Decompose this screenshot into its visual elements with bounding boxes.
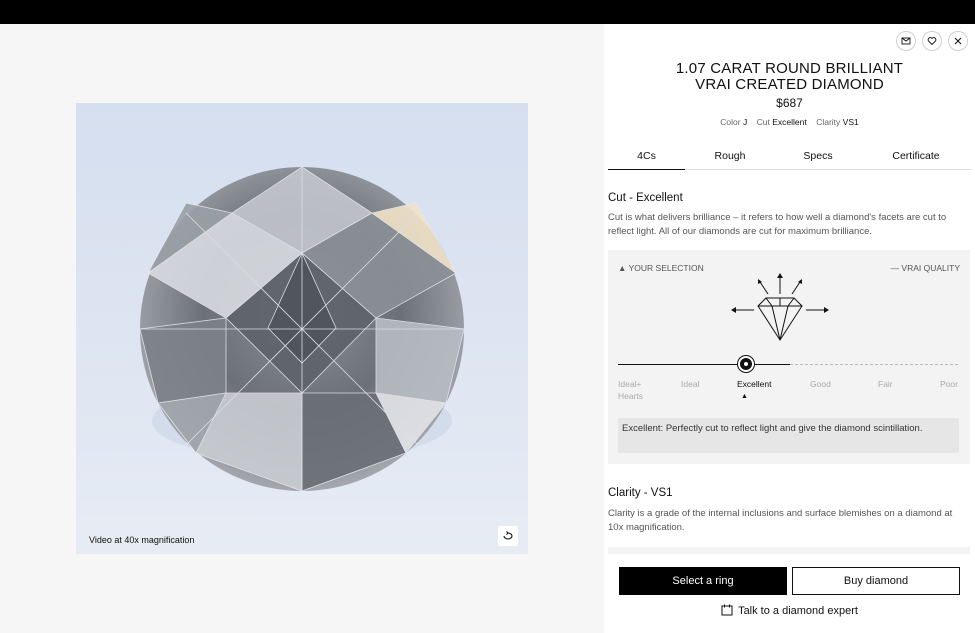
product-title: 1.07 CARAT ROUND BRILLIANT VRAI CREATED … bbox=[604, 61, 975, 93]
tab-certificate[interactable]: Certificate bbox=[861, 147, 971, 170]
wishlist-button[interactable] bbox=[922, 31, 942, 51]
diamond-video[interactable]: Video at 40x magnification bbox=[76, 103, 528, 554]
talk-to-expert-label: Talk to a diamond expert bbox=[738, 605, 858, 617]
spec-cut-value: Excellent bbox=[772, 117, 807, 127]
product-title-line2: VRAI CREATED DIAMOND bbox=[695, 76, 884, 93]
diamond-diagram-icon bbox=[731, 273, 829, 341]
media-area: Video at 40x magnification bbox=[0, 24, 604, 633]
spec-clarity-value: VS1 bbox=[842, 117, 859, 127]
close-button[interactable] bbox=[948, 31, 968, 51]
product-price: $687 bbox=[776, 96, 803, 110]
your-selection-label: ▲ YOUR SELECTION bbox=[618, 263, 704, 273]
grade-poor: Poor bbox=[940, 379, 958, 389]
diamond-image bbox=[139, 166, 465, 492]
product-title-line1: 1.07 CARAT ROUND BRILLIANT bbox=[675, 60, 904, 77]
top-bar bbox=[0, 0, 975, 24]
spec-color-value: J bbox=[742, 117, 748, 127]
cut-track bbox=[618, 364, 958, 365]
clarity-title: Clarity - VS1 bbox=[608, 487, 673, 499]
grade-fair: Fair bbox=[878, 379, 893, 389]
your-selection-text: YOUR SELECTION bbox=[628, 263, 704, 273]
cut-slider-knob[interactable] bbox=[738, 356, 754, 372]
grade-ideal: Ideal bbox=[681, 379, 700, 389]
close-icon bbox=[954, 37, 962, 45]
product-panel: 1.07 CARAT ROUND BRILLIANT VRAI CREATED … bbox=[604, 24, 975, 633]
spec-color-label: Color bbox=[720, 117, 741, 127]
track-solid bbox=[618, 364, 790, 365]
email-button[interactable] bbox=[896, 31, 916, 51]
select-ring-button[interactable]: Select a ring bbox=[619, 567, 787, 595]
tab-4cs[interactable]: 4Cs bbox=[608, 147, 685, 170]
clarity-scale-edge bbox=[608, 547, 970, 554]
calendar-icon bbox=[721, 604, 733, 616]
buy-diamond-button[interactable]: Buy diamond bbox=[792, 567, 960, 595]
tab-specs[interactable]: Specs bbox=[775, 147, 861, 170]
media-caption: Video at 40x magnification bbox=[89, 535, 195, 545]
spec-summary: Color J Cut Excellent Clarity VS1 bbox=[604, 117, 975, 127]
cut-description: Cut is what delivers brilliance – it ref… bbox=[608, 212, 947, 237]
replay-icon bbox=[503, 531, 513, 540]
replay-button[interactable] bbox=[498, 526, 518, 546]
grade-ideal-plus-hearts: Ideal+ Hearts bbox=[618, 379, 644, 401]
selected-grade-pointer-icon: ▲ bbox=[741, 393, 748, 400]
mail-icon bbox=[901, 37, 911, 45]
grade-excellent: Excellent bbox=[737, 379, 772, 389]
vrai-quality-label: — VRAI QUALITY bbox=[890, 263, 960, 273]
cut-scale: ▲ YOUR SELECTION — VRAI QUALITY Ideal+ H… bbox=[608, 250, 970, 464]
detail-tabs: 4Cs Rough Specs Certificate bbox=[608, 147, 971, 170]
cut-note: Excellent: Perfectly cut to reflect ligh… bbox=[618, 418, 959, 453]
clarity-description: Clarity is a grade of the internal inclu… bbox=[608, 508, 953, 533]
spec-cut-label: Cut bbox=[756, 117, 770, 127]
cut-title: Cut - Excellent bbox=[608, 192, 683, 204]
talk-to-expert-link[interactable]: Talk to a diamond expert bbox=[604, 604, 975, 617]
track-dashed bbox=[790, 364, 958, 365]
vrai-quality-text: VRAI QUALITY bbox=[901, 263, 960, 273]
tab-rough[interactable]: Rough bbox=[685, 147, 775, 170]
grade-good: Good bbox=[810, 379, 831, 389]
heart-icon bbox=[927, 37, 937, 46]
spec-clarity-label: Clarity bbox=[816, 117, 841, 127]
